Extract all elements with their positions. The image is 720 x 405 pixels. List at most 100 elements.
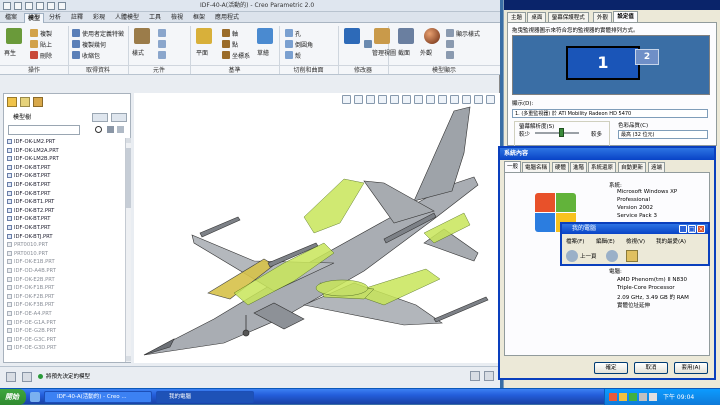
model-tree-item[interactable]: IDF-OK-LM2B.PRT [4,155,59,163]
maximize-icon[interactable]: □ [688,225,696,233]
appearance-button[interactable]: 外觀 [420,48,432,57]
model-tree-item[interactable]: IDF-OK-F2B.PRT [4,293,54,301]
display-tab[interactable]: 主題 [507,12,527,22]
back-button[interactable]: 上一頁 [580,252,597,260]
clock[interactable]: 下午 09:04 [663,392,694,401]
display-tab[interactable]: 桌面 [527,12,547,22]
display-style-button[interactable]: 顯示樣式 [456,29,480,38]
new-icon[interactable] [14,2,22,10]
plane-icon[interactable] [196,28,212,44]
extend-icon[interactable] [364,40,372,48]
ribbon-tab[interactable]: 框架 [190,13,208,23]
display-style-icon[interactable] [446,29,454,37]
regen-icon[interactable] [6,28,22,44]
model-tree-item[interactable]: IDF-OK-E2B.PRT [4,276,55,284]
appearance-icon[interactable] [424,28,440,44]
paste-icon[interactable] [30,40,38,48]
ribbon-tab[interactable]: 彩現 [90,13,108,23]
model-tree-item[interactable]: IDF-OK-LM2A.PRT [4,147,59,155]
model-tree-item[interactable]: PRT0010.PRT [4,250,48,258]
copy-icon[interactable] [30,29,38,37]
sketch-icon[interactable] [257,28,273,44]
show-browser-icon[interactable] [22,372,32,382]
delete-icon[interactable] [30,51,38,59]
system-tab[interactable]: 硬體 [552,162,570,172]
regen-button[interactable]: 再生 [4,48,16,57]
ribbon-tab[interactable]: 檔案 [2,13,20,23]
model-tree-item[interactable]: IDF-OK-BT.PRT [4,172,50,180]
scroll-down-icon[interactable] [126,356,131,361]
tree-settings-icon[interactable] [92,113,108,122]
revolve-icon[interactable] [285,40,293,48]
display-tab[interactable]: 設定值 [613,11,638,22]
point-icon[interactable] [222,40,230,48]
color-quality-select[interactable]: 最高 (32 位元) [618,130,708,139]
model-tree-item[interactable]: IDF-OD-A4B.PRT [4,267,56,275]
copy-button[interactable]: 複製 [40,29,52,38]
repeat-icon[interactable] [158,51,166,59]
manage-views-button[interactable]: 管理視圖 [372,48,396,57]
system-tab[interactable]: 進階 [570,162,588,172]
menu-item[interactable]: 編輯(E) [596,237,615,245]
udf-icon[interactable] [72,29,80,37]
model-tree-item[interactable]: IDF-OK-BT2.PRT [4,207,54,215]
show-navigator-icon[interactable] [6,372,16,382]
redo-icon[interactable] [47,2,55,10]
shrinkwrap-icon[interactable] [72,51,80,59]
system-tab[interactable]: 一般 [504,161,522,172]
shell-button[interactable]: 殼 [295,51,301,60]
favorites-icon[interactable] [33,97,43,107]
mirror-comp-icon[interactable] [158,40,166,48]
menu-item[interactable]: 檔案(F) [566,237,584,245]
tray-icon-1[interactable] [609,393,617,401]
orient-icon[interactable] [446,40,454,48]
extrude-icon[interactable] [285,29,293,37]
model-tree-search-input[interactable] [8,125,80,135]
ribbon-tab[interactable]: 註釋 [68,13,86,23]
back-icon[interactable] [566,250,578,262]
cancel-button[interactable]: 取消 [634,362,668,374]
saved-views-icon[interactable] [446,51,454,59]
scroll-thumb[interactable] [126,148,131,208]
display-tab[interactable]: 外觀 [593,12,613,22]
system-tab[interactable]: 系統還原 [588,162,617,172]
model-tree-tab-icon[interactable] [7,97,17,107]
ribbon-tab[interactable]: 模型 [24,13,45,23]
quicklaunch-icon[interactable] [30,392,40,402]
selection-filter-icon[interactable] [470,371,480,381]
close-icon[interactable]: × [697,225,705,233]
scroll-up-icon[interactable] [126,138,131,143]
copy-geometry-button[interactable]: 複製幾何 [82,40,106,49]
system-tab[interactable]: 電腦名稱 [522,162,551,172]
model-tree-item[interactable]: IDF-OK-BT.PRT [4,181,50,189]
axis-button[interactable]: 軸 [232,29,238,38]
find-icon[interactable] [95,126,102,133]
model-tree-item[interactable]: IDF-OK-LM2.PRT [4,138,55,146]
pattern-button[interactable]: 樣式 [132,48,144,57]
model-tree-item[interactable]: IDF-OK-E1B.PRT [4,258,55,266]
model-tree-scrollbar[interactable] [125,138,131,362]
tray-icon-3[interactable] [629,393,637,401]
sweep-icon[interactable] [285,51,293,59]
model-tree-item[interactable]: IDF-OE-G1A.PRT [4,319,56,327]
model-tree-item[interactable]: IDF-OE-A4.PRT [4,310,52,318]
model-tree-item[interactable]: PRT0010.PRT [4,241,48,249]
mirror-icon[interactable] [344,28,360,44]
save-icon[interactable] [3,2,11,10]
graphics-window[interactable] [134,93,500,363]
model-tree-item[interactable]: IDF-OK-F1B.PRT [4,284,54,292]
up-folder-icon[interactable] [626,250,638,262]
model-tree-item[interactable]: IDF-OK-BT.PRT [4,224,50,232]
menu-item[interactable]: 檢視(V) [626,237,645,245]
csys-icon[interactable] [222,51,230,59]
undo-icon[interactable] [36,2,44,10]
round-button[interactable]: 倒圓角 [295,40,313,49]
folder-browser-icon[interactable] [20,97,30,107]
csys-button[interactable]: 坐標系 [232,51,250,60]
sketch-button[interactable]: 草繪 [257,48,269,57]
build-icon[interactable] [158,29,166,37]
ribbon-tab[interactable]: 工具 [146,13,164,23]
task-creo[interactable]: IDF-40-A(活動的) - Creo ... [44,391,152,403]
model-tree-item[interactable]: IDF-OE-G3C.PRT [4,336,56,344]
ribbon-tab[interactable]: 應用程式 [212,13,242,23]
